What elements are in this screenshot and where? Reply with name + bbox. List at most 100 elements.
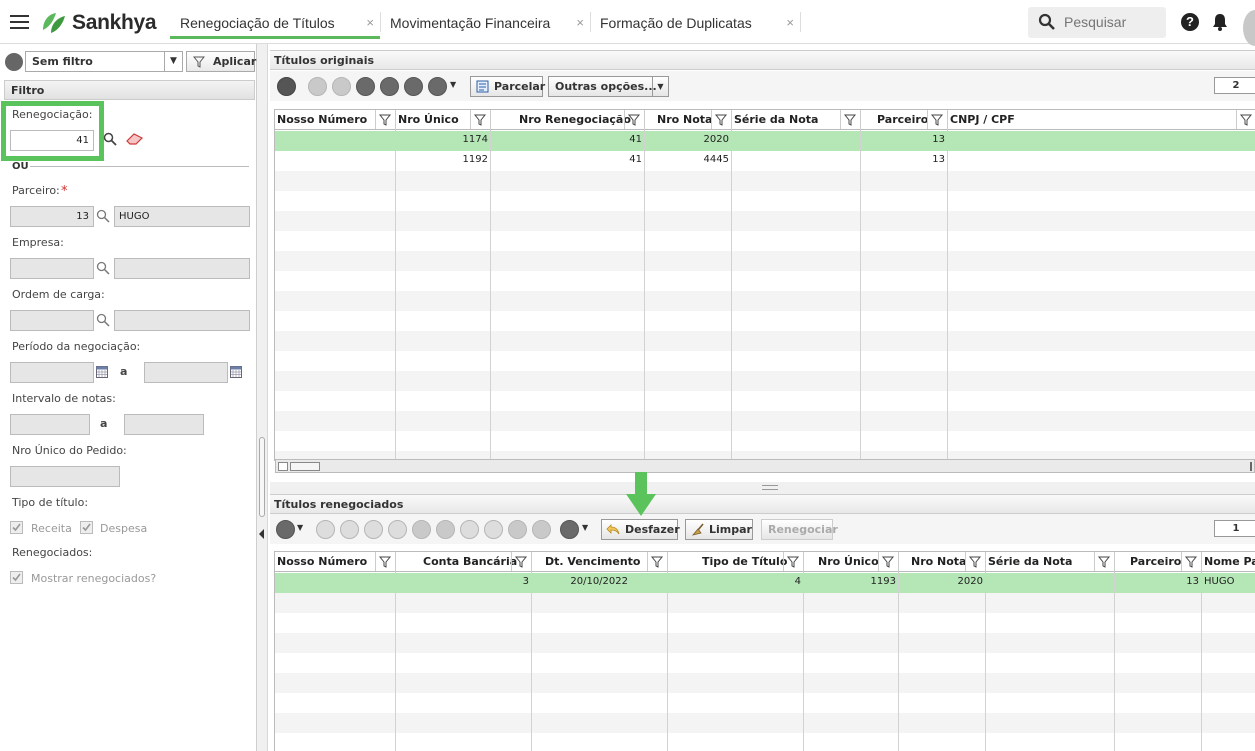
- column-header[interactable]: Nro Renegociação: [491, 110, 645, 130]
- column-header[interactable]: Nro Único: [396, 110, 491, 130]
- filter-icon[interactable]: [1094, 552, 1114, 571]
- table-row[interactable]: 3 20/10/2022 4 1193 2020 13 HUGO: [275, 573, 1255, 593]
- filter-icon[interactable]: [647, 552, 667, 571]
- search-icon[interactable]: [96, 261, 110, 275]
- mostrar-renegociados-checkbox[interactable]: [10, 571, 23, 584]
- search-box[interactable]: [1028, 7, 1166, 38]
- bell-icon[interactable]: [1211, 12, 1229, 32]
- refresh-icon[interactable]: [508, 520, 527, 539]
- filter-icon[interactable]: [1236, 110, 1255, 129]
- column-header[interactable]: Dt. Vencimento: [532, 552, 668, 572]
- renegociar-button[interactable]: Renegociar: [761, 519, 838, 540]
- horizontal-scrollbar[interactable]: [275, 459, 1255, 473]
- outras-opcoes-button[interactable]: Outras opções... ▼: [548, 76, 669, 97]
- parceiro-code-input[interactable]: 13: [10, 206, 94, 227]
- column-header[interactable]: Conta Bancária: [396, 552, 532, 572]
- parcelar-button[interactable]: Parcelar: [470, 76, 545, 97]
- cancel-icon[interactable]: [484, 520, 503, 539]
- tab-renegociacao[interactable]: Renegociação de Títulos ×: [170, 5, 380, 39]
- filter-icon[interactable]: [624, 110, 644, 129]
- table-row[interactable]: 1174 41 2020 13: [275, 131, 1255, 151]
- apply-button[interactable]: Aplicar: [186, 51, 256, 72]
- periodo-end-input[interactable]: [144, 362, 228, 383]
- next-record-icon[interactable]: [364, 520, 383, 539]
- column-header[interactable]: Nome Par: [1202, 552, 1255, 572]
- horizontal-splitter[interactable]: [270, 482, 1255, 494]
- close-icon[interactable]: ×: [786, 15, 794, 30]
- despesa-checkbox[interactable]: [80, 521, 93, 534]
- column-header[interactable]: Nosso Número: [275, 552, 396, 572]
- first-record-icon[interactable]: [308, 77, 327, 96]
- grid-config-icon[interactable]: [277, 77, 296, 96]
- filter-icon[interactable]: [927, 110, 947, 129]
- next-record-icon[interactable]: [356, 77, 375, 96]
- empresa-code-input[interactable]: [10, 258, 94, 279]
- previous-record-icon[interactable]: [340, 520, 359, 539]
- filter-icon[interactable]: [511, 552, 531, 571]
- last-record-icon[interactable]: [388, 520, 407, 539]
- filter-icon[interactable]: [470, 110, 490, 129]
- filter-icon[interactable]: [878, 552, 898, 571]
- column-header[interactable]: Nro Nota: [645, 110, 732, 130]
- column-header[interactable]: Nro Nota: [899, 552, 986, 572]
- search-input[interactable]: [1064, 14, 1159, 30]
- desfazer-button[interactable]: Desfazer: [601, 519, 680, 540]
- chevron-down-icon[interactable]: ▼: [652, 77, 668, 96]
- search-icon[interactable]: [96, 209, 110, 223]
- filter-icon[interactable]: [1181, 552, 1201, 571]
- close-icon[interactable]: ×: [576, 15, 584, 30]
- previous-record-icon[interactable]: [332, 77, 351, 96]
- tab-movimentacao[interactable]: Movimentação Financeira ×: [380, 5, 590, 39]
- column-header[interactable]: Nro Único: [804, 552, 899, 572]
- add-icon[interactable]: [412, 520, 431, 539]
- chevron-down-icon[interactable]: ▼: [164, 52, 182, 71]
- filter-icon[interactable]: [375, 110, 395, 129]
- scroll-thumb[interactable]: [290, 462, 320, 471]
- chevron-down-icon[interactable]: ▼: [582, 523, 588, 532]
- confirm-icon[interactable]: [460, 520, 479, 539]
- filter-icon[interactable]: [965, 552, 985, 571]
- nro-pedido-input[interactable]: [10, 466, 120, 487]
- column-header[interactable]: Parceiro: [861, 110, 948, 130]
- scroll-left-icon[interactable]: [278, 462, 288, 471]
- calendar-icon[interactable]: [230, 366, 242, 378]
- column-header[interactable]: Nosso Número: [275, 110, 396, 130]
- avatar[interactable]: [1243, 10, 1255, 46]
- limpar-button[interactable]: Limpar: [685, 519, 753, 540]
- receita-checkbox[interactable]: [10, 521, 23, 534]
- table-row[interactable]: 1192 41 4445 13: [275, 151, 1255, 171]
- column-header[interactable]: CNPJ / CPF: [948, 110, 1255, 130]
- periodo-start-input[interactable]: [10, 362, 94, 383]
- refresh-icon[interactable]: [404, 77, 423, 96]
- vertical-splitter[interactable]: [257, 44, 268, 751]
- close-icon[interactable]: ×: [366, 15, 374, 30]
- intervalo-end-input[interactable]: [124, 414, 204, 435]
- last-record-icon[interactable]: [380, 77, 399, 96]
- chevron-down-icon[interactable]: ▼: [450, 80, 456, 89]
- page-indicator[interactable]: 1: [1214, 520, 1255, 537]
- page-indicator[interactable]: 2: [1214, 77, 1255, 94]
- column-header[interactable]: Tipo de Título: [668, 552, 804, 572]
- filter-icon[interactable]: [783, 552, 803, 571]
- column-header[interactable]: Série da Nota: [732, 110, 861, 130]
- filter-preset-select[interactable]: Sem filtro ▼: [25, 51, 183, 72]
- eraser-icon[interactable]: [126, 133, 144, 145]
- filter-icon[interactable]: [375, 552, 395, 571]
- copy-icon[interactable]: [532, 520, 551, 539]
- filter-icon[interactable]: [840, 110, 860, 129]
- logo[interactable]: Sankhya: [40, 9, 157, 37]
- search-icon[interactable]: [96, 313, 110, 327]
- export-icon[interactable]: [560, 520, 579, 539]
- menu-icon[interactable]: [10, 15, 29, 29]
- intervalo-start-input[interactable]: [10, 414, 90, 435]
- collapse-left-icon[interactable]: [259, 529, 264, 539]
- search-icon[interactable]: [103, 132, 117, 146]
- chevron-down-icon[interactable]: ▼: [297, 523, 303, 532]
- grid-config-icon[interactable]: [276, 520, 295, 539]
- help-icon[interactable]: ?: [1181, 13, 1199, 31]
- remove-icon[interactable]: [436, 520, 455, 539]
- ordem-carga-input[interactable]: [10, 310, 94, 331]
- first-record-icon[interactable]: [316, 520, 335, 539]
- column-header[interactable]: Série da Nota: [986, 552, 1115, 572]
- filter-options-icon[interactable]: [5, 53, 23, 71]
